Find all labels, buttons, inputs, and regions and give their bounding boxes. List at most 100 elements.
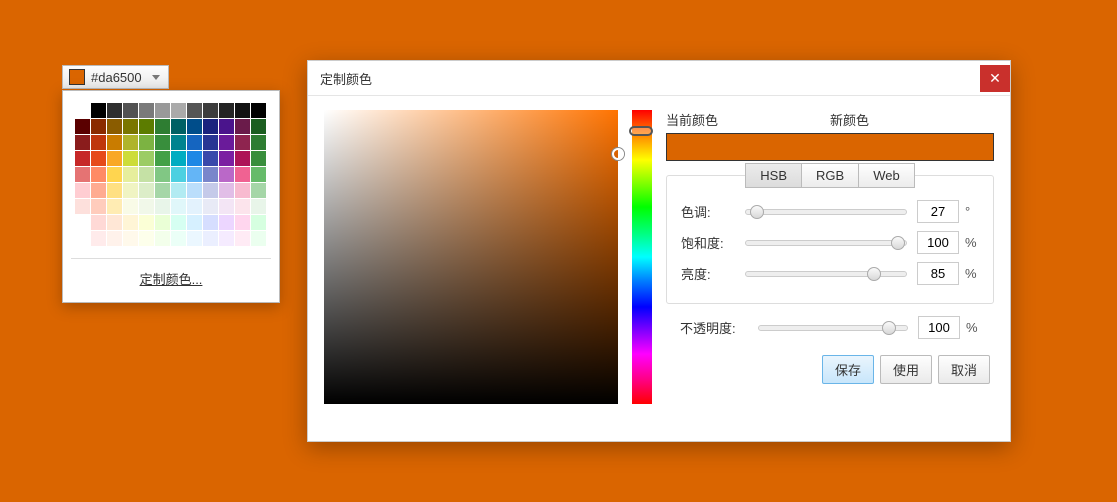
palette-cell[interactable]	[123, 103, 138, 118]
apply-button[interactable]: 使用	[880, 355, 932, 384]
palette-cell[interactable]	[187, 231, 202, 246]
palette-cell[interactable]	[187, 135, 202, 150]
palette-cell[interactable]	[235, 119, 250, 134]
palette-cell[interactable]	[251, 167, 266, 182]
palette-cell[interactable]	[123, 167, 138, 182]
hue-bar[interactable]	[632, 110, 652, 404]
close-button[interactable]: ✕	[980, 65, 1010, 92]
palette-cell[interactable]	[203, 167, 218, 182]
palette-cell[interactable]	[235, 215, 250, 230]
palette-cell[interactable]	[203, 151, 218, 166]
palette-cell[interactable]	[203, 103, 218, 118]
palette-cell[interactable]	[187, 103, 202, 118]
palette-cell[interactable]	[219, 183, 234, 198]
palette-cell[interactable]	[107, 231, 122, 246]
palette-cell[interactable]	[123, 231, 138, 246]
palette-cell[interactable]	[75, 215, 90, 230]
palette-cell[interactable]	[203, 135, 218, 150]
tab-rgb[interactable]: RGB	[802, 163, 859, 188]
palette-cell[interactable]	[187, 215, 202, 230]
palette-cell[interactable]	[219, 215, 234, 230]
palette-cell[interactable]	[251, 231, 266, 246]
tab-web[interactable]: Web	[859, 163, 915, 188]
palette-cell[interactable]	[123, 183, 138, 198]
palette-cell[interactable]	[155, 119, 170, 134]
palette-cell[interactable]	[139, 119, 154, 134]
palette-cell[interactable]	[171, 119, 186, 134]
palette-cell[interactable]	[203, 199, 218, 214]
palette-cell[interactable]	[155, 151, 170, 166]
palette-cell[interactable]	[171, 103, 186, 118]
hue-value-slider[interactable]	[745, 209, 907, 215]
palette-cell[interactable]	[171, 183, 186, 198]
palette-cell[interactable]	[139, 231, 154, 246]
cancel-button[interactable]: 取消	[938, 355, 990, 384]
palette-cell[interactable]	[203, 183, 218, 198]
palette-cell[interactable]	[123, 119, 138, 134]
slider-thumb[interactable]	[882, 321, 896, 335]
palette-cell[interactable]	[171, 231, 186, 246]
sv-thumb[interactable]	[612, 148, 624, 160]
palette-cell[interactable]	[75, 231, 90, 246]
palette-cell[interactable]	[235, 199, 250, 214]
palette-cell[interactable]	[235, 231, 250, 246]
palette-cell[interactable]	[107, 215, 122, 230]
palette-cell[interactable]	[123, 215, 138, 230]
palette-cell[interactable]	[75, 167, 90, 182]
palette-cell[interactable]	[139, 135, 154, 150]
palette-cell[interactable]	[123, 151, 138, 166]
palette-cell[interactable]	[139, 151, 154, 166]
palette-cell[interactable]	[219, 151, 234, 166]
palette-cell[interactable]	[235, 151, 250, 166]
opacity-slider[interactable]	[758, 325, 908, 331]
palette-cell[interactable]	[235, 183, 250, 198]
palette-cell[interactable]	[155, 231, 170, 246]
saturation-slider[interactable]	[745, 240, 907, 246]
palette-cell[interactable]	[187, 199, 202, 214]
brightness-slider[interactable]	[745, 271, 907, 277]
palette-cell[interactable]	[235, 167, 250, 182]
sv-picker[interactable]	[324, 110, 618, 404]
palette-cell[interactable]	[91, 103, 106, 118]
palette-cell[interactable]	[155, 215, 170, 230]
palette-cell[interactable]	[219, 231, 234, 246]
palette-cell[interactable]	[107, 183, 122, 198]
palette-cell[interactable]	[75, 103, 90, 118]
palette-cell[interactable]	[75, 199, 90, 214]
palette-cell[interactable]	[139, 199, 154, 214]
palette-cell[interactable]	[75, 135, 90, 150]
palette-grid[interactable]	[75, 103, 267, 246]
palette-cell[interactable]	[219, 167, 234, 182]
palette-cell[interactable]	[171, 167, 186, 182]
palette-cell[interactable]	[139, 183, 154, 198]
slider-thumb[interactable]	[750, 205, 764, 219]
palette-cell[interactable]	[155, 103, 170, 118]
palette-cell[interactable]	[251, 135, 266, 150]
palette-cell[interactable]	[171, 151, 186, 166]
palette-cell[interactable]	[139, 215, 154, 230]
palette-cell[interactable]	[91, 199, 106, 214]
palette-cell[interactable]	[171, 215, 186, 230]
palette-cell[interactable]	[91, 183, 106, 198]
palette-cell[interactable]	[235, 135, 250, 150]
palette-cell[interactable]	[123, 199, 138, 214]
palette-cell[interactable]	[251, 183, 266, 198]
palette-cell[interactable]	[91, 135, 106, 150]
saturation-input[interactable]	[917, 231, 959, 254]
palette-cell[interactable]	[187, 151, 202, 166]
hue-input[interactable]	[917, 200, 959, 223]
palette-cell[interactable]	[139, 167, 154, 182]
palette-cell[interactable]	[107, 119, 122, 134]
palette-cell[interactable]	[251, 199, 266, 214]
slider-thumb[interactable]	[891, 236, 905, 250]
palette-cell[interactable]	[251, 215, 266, 230]
slider-thumb[interactable]	[867, 267, 881, 281]
hue-slider[interactable]	[632, 110, 652, 404]
hue-thumb[interactable]	[629, 126, 653, 136]
save-button[interactable]: 保存	[822, 355, 874, 384]
palette-cell[interactable]	[91, 215, 106, 230]
color-dropdown[interactable]: #da6500	[62, 65, 169, 89]
palette-cell[interactable]	[75, 183, 90, 198]
palette-cell[interactable]	[251, 151, 266, 166]
palette-cell[interactable]	[107, 199, 122, 214]
